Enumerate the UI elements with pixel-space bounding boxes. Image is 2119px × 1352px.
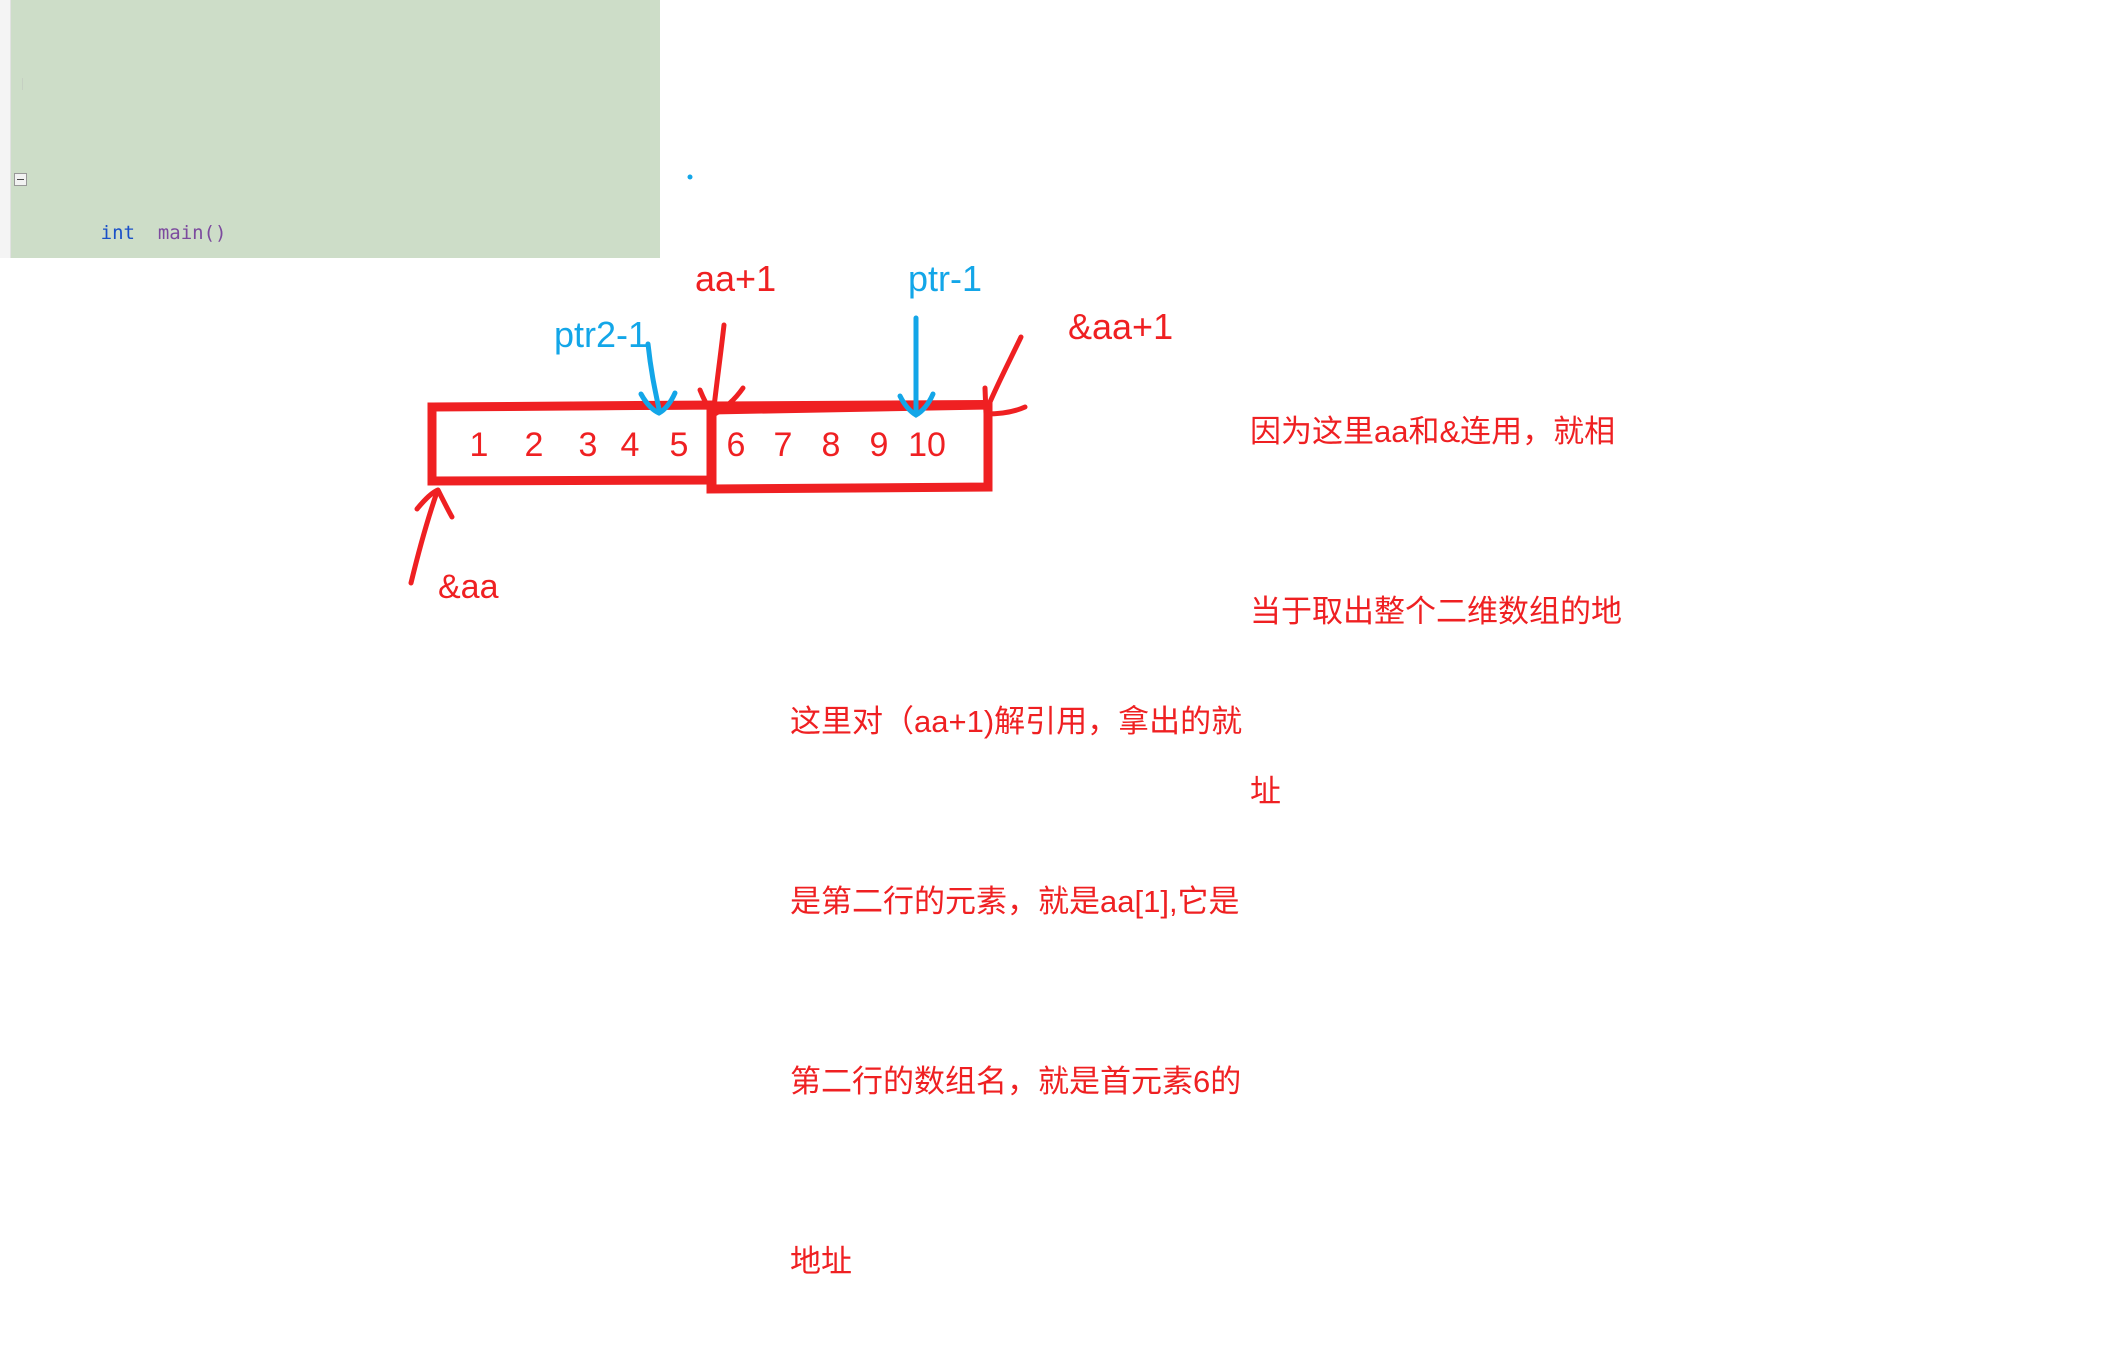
annotation-line: 第二行的数组名，就是首元素6的 bbox=[790, 1064, 1242, 1099]
label-ptr-minus-1: ptr-1 bbox=[908, 258, 983, 299]
code-listing[interactable]: ... int main() { int aa[2][5] = { 1,2,3,… bbox=[10, 0, 660, 258]
annotation-line: 地址 bbox=[790, 1244, 852, 1279]
label-ptr2-minus-1: ptr2-1 bbox=[554, 314, 649, 355]
aa-plus-1-arrow-head bbox=[697, 385, 746, 418]
amp-aa-arrow-shaft bbox=[408, 489, 440, 586]
annotation-line: 址 bbox=[1250, 774, 1281, 809]
label-amp-aa: &aa bbox=[438, 568, 499, 606]
amp-aa-arrow-head bbox=[414, 487, 455, 520]
array-cell-value: 6 bbox=[726, 426, 746, 464]
collapse-minus-icon[interactable] bbox=[14, 173, 27, 186]
ptr2-minus-1-arrow-shaft bbox=[645, 341, 662, 412]
array-cell-value: 8 bbox=[821, 426, 841, 464]
array-cell-value: 1 bbox=[469, 426, 489, 464]
array-cell-value: 10 bbox=[908, 426, 946, 464]
array-cell-value: 9 bbox=[869, 426, 889, 464]
code-token-main: main() bbox=[157, 222, 227, 244]
amp-aa-plus-1-arrow-shaft bbox=[984, 334, 1024, 412]
code-editor-panel[interactable]: ... int main() { int aa[2][5] = { 1,2,3,… bbox=[0, 0, 660, 258]
indent-guide bbox=[22, 78, 23, 90]
annotation-note-right: 因为这里aa和&连用，就相 当于取出整个二维数组的地 址 bbox=[1250, 282, 1622, 882]
annotation-line: 因为这里aa和&连用，就相 bbox=[1250, 414, 1616, 449]
code-token-int: int bbox=[100, 222, 135, 244]
annotation-note-bottom: 这里对（aa+1)解引用，拿出的就 是第二行的元素，就是aa[1],它是 第二行… bbox=[790, 572, 1242, 1352]
array-cell-value: 5 bbox=[669, 426, 689, 464]
array-box-top-overstroke bbox=[430, 400, 990, 411]
array-cell-value: 2 bbox=[524, 426, 544, 464]
code-line-partial: ... bbox=[10, 78, 660, 90]
amp-aa-plus-1-arrow-head bbox=[982, 385, 1028, 417]
label-aa-plus-1: aa+1 bbox=[695, 258, 777, 299]
array-cell-value: 3 bbox=[578, 426, 598, 464]
annotation-line: 是第二行的元素，就是aa[1],它是 bbox=[790, 884, 1240, 919]
aa-plus-1-arrow-shaft bbox=[710, 322, 727, 419]
array-cell-value: 7 bbox=[773, 426, 793, 464]
code-line-main-signature[interactable]: int main() bbox=[10, 168, 660, 244]
annotation-line: 当于取出整个二维数组的地 bbox=[1250, 594, 1622, 629]
ptr2-minus-1-arrow-head bbox=[638, 390, 678, 416]
label-amp-aa-plus-1: &aa+1 bbox=[1068, 306, 1174, 347]
stray-blue-dot bbox=[687, 174, 693, 180]
array-cell-value: 4 bbox=[620, 426, 640, 464]
ptr-minus-1-arrow-head bbox=[897, 391, 936, 418]
annotation-line: 这里对（aa+1)解引用，拿出的就 bbox=[790, 704, 1243, 739]
